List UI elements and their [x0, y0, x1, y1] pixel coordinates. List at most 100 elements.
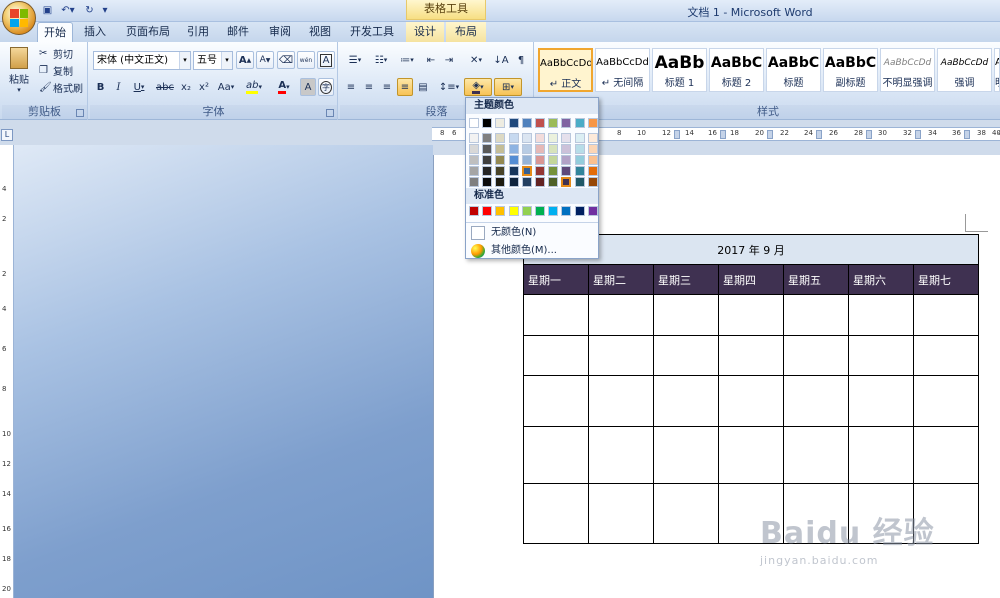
theme-shade-swatch[interactable]: [521, 133, 532, 143]
theme-shade-swatch[interactable]: [508, 166, 519, 176]
calendar-table[interactable]: 2017 年 9 月 星期一 星期二 星期三 星期四 星期五 星期六 星期七: [523, 234, 979, 544]
style-no-spacing[interactable]: AaBbCcDd ↵ 无间隔: [595, 48, 650, 92]
format-painter-button[interactable]: 🖌 格式刷: [38, 78, 86, 96]
shrink-font-button[interactable]: A ▼: [256, 51, 274, 69]
font-name-select[interactable]: 宋体 (中文正文) ▾: [93, 51, 191, 70]
save-icon[interactable]: ▣: [40, 3, 55, 18]
theme-shade-swatch[interactable]: [574, 177, 585, 187]
theme-shade-swatch[interactable]: [574, 166, 585, 176]
customize-quick-access-icon[interactable]: ▾: [100, 3, 110, 18]
calendar-day-cell[interactable]: [913, 335, 979, 376]
increase-indent-icon[interactable]: ⇥: [441, 51, 457, 69]
theme-shade-swatch[interactable]: [561, 177, 572, 187]
calendar-day-cell[interactable]: [718, 294, 784, 336]
tab-references[interactable]: 引用: [180, 22, 216, 42]
theme-shade-swatch[interactable]: [508, 177, 519, 187]
calendar-day-cell[interactable]: [848, 294, 914, 336]
theme-shade-swatch[interactable]: [521, 166, 532, 176]
calendar-day-cell[interactable]: [718, 335, 784, 376]
weekday-header[interactable]: 星期五: [783, 264, 849, 295]
style-heading-2[interactable]: AaBbC 标题 2: [709, 48, 764, 92]
theme-shade-swatch[interactable]: [587, 155, 598, 165]
theme-shade-swatch[interactable]: [561, 144, 572, 154]
theme-color-swatch[interactable]: [469, 118, 479, 128]
style-normal[interactable]: AaBbCcDd ↵ 正文: [538, 48, 593, 92]
calendar-day-cell[interactable]: [783, 335, 849, 376]
theme-shade-swatch[interactable]: [561, 133, 572, 143]
style-heading-1[interactable]: AaBb 标题 1: [652, 48, 707, 92]
theme-shade-swatch[interactable]: [469, 166, 479, 176]
weekday-header[interactable]: 星期七: [913, 264, 979, 295]
subscript-button[interactable]: x₂: [178, 78, 194, 96]
font-size-select[interactable]: 五号 ▾: [193, 51, 233, 70]
theme-shade-swatch[interactable]: [587, 133, 598, 143]
theme-shade-swatch[interactable]: [482, 166, 493, 176]
theme-shade-swatch[interactable]: [469, 155, 479, 165]
show-marks-icon[interactable]: ¶: [512, 51, 530, 69]
clear-format-icon[interactable]: ⌫: [277, 51, 295, 69]
calendar-day-cell[interactable]: [588, 375, 654, 427]
change-case-button[interactable]: Aa ▾: [214, 78, 238, 96]
theme-shade-swatch[interactable]: [469, 177, 479, 187]
calendar-day-cell[interactable]: [783, 426, 849, 484]
weekday-header[interactable]: 星期三: [653, 264, 719, 295]
standard-color-swatch[interactable]: [521, 206, 532, 216]
calendar-day-cell[interactable]: [523, 426, 589, 484]
column-marker[interactable]: [720, 130, 726, 139]
theme-shade-swatch[interactable]: [508, 133, 519, 143]
tab-home[interactable]: 开始: [37, 22, 73, 43]
theme-shade-swatch[interactable]: [535, 144, 545, 154]
column-marker[interactable]: [964, 130, 970, 139]
redo-icon[interactable]: ↻: [82, 3, 97, 18]
standard-color-swatch[interactable]: [587, 206, 598, 216]
clipboard-launcher-icon[interactable]: [76, 109, 84, 117]
theme-shade-swatch[interactable]: [548, 144, 559, 154]
theme-shade-swatch[interactable]: [495, 177, 506, 187]
font-color-button[interactable]: A ▾: [270, 78, 298, 96]
tab-review[interactable]: 审阅: [262, 22, 298, 42]
standard-color-swatch[interactable]: [482, 206, 493, 216]
calendar-day-cell[interactable]: [718, 375, 784, 427]
chinese-layout-button[interactable]: ✕ ▾: [462, 51, 490, 69]
calendar-day-cell[interactable]: [718, 426, 784, 484]
column-marker[interactable]: [866, 130, 872, 139]
numbering-button[interactable]: ☷ ▾: [369, 51, 393, 69]
calendar-day-cell[interactable]: [653, 294, 719, 336]
calendar-day-cell[interactable]: [653, 375, 719, 427]
office-button[interactable]: [2, 1, 36, 35]
theme-shade-swatch[interactable]: [548, 177, 559, 187]
calendar-day-cell[interactable]: [848, 335, 914, 376]
calendar-day-cell[interactable]: [913, 426, 979, 484]
standard-color-swatch[interactable]: [535, 206, 545, 216]
style-subtle-emphasis[interactable]: AaBbCcDd 不明显强调: [880, 48, 935, 92]
highlight-button[interactable]: ab ▾: [240, 78, 268, 96]
column-marker[interactable]: [816, 130, 822, 139]
calendar-day-cell[interactable]: [653, 483, 719, 544]
theme-shade-swatch[interactable]: [574, 133, 585, 143]
enclose-char-button[interactable]: 字: [318, 78, 334, 96]
distributed-icon[interactable]: ▤: [415, 78, 431, 96]
grow-font-button[interactable]: A ▲: [236, 51, 254, 69]
tab-layout[interactable]: 布局: [446, 22, 486, 42]
calendar-day-cell[interactable]: [588, 294, 654, 336]
shading-button[interactable]: ◈ ▾: [464, 78, 492, 96]
theme-shade-swatch[interactable]: [535, 133, 545, 143]
calendar-day-cell[interactable]: [913, 294, 979, 336]
tab-insert[interactable]: 插入: [76, 22, 114, 42]
calendar-day-cell[interactable]: [913, 375, 979, 427]
style-emphasis[interactable]: AaBbCcDd 强调: [937, 48, 992, 92]
standard-color-swatch[interactable]: [548, 206, 559, 216]
standard-color-swatch[interactable]: [495, 206, 506, 216]
italic-button[interactable]: I: [111, 78, 126, 96]
tab-view[interactable]: 视图: [302, 22, 338, 42]
line-spacing-button[interactable]: ↕≡ ▾: [437, 78, 461, 96]
theme-shade-swatch[interactable]: [561, 166, 572, 176]
bullets-button[interactable]: ☰ ▾: [343, 51, 367, 69]
calendar-day-cell[interactable]: [588, 483, 654, 544]
theme-shade-swatch[interactable]: [482, 133, 493, 143]
underline-button[interactable]: U ▾: [128, 78, 150, 96]
sort-icon[interactable]: ↓A: [492, 51, 510, 69]
superscript-button[interactable]: x²: [196, 78, 212, 96]
strikethrough-button[interactable]: abc: [154, 78, 176, 96]
align-right-icon[interactable]: ≡: [379, 78, 395, 96]
